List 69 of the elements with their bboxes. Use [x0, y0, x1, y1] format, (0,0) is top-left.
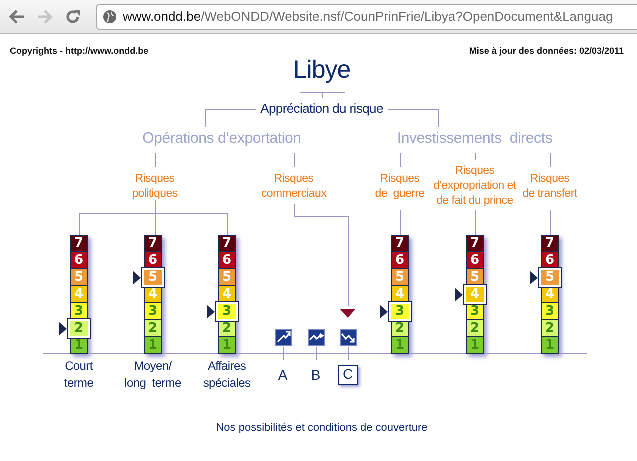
- globe-icon: [103, 10, 117, 24]
- risk-level-cell: 2: [144, 320, 162, 337]
- risk-level-cell: 7: [391, 235, 409, 252]
- risk-level-cell: 7: [466, 235, 484, 252]
- connector-line: [400, 210, 401, 236]
- connector-line: [300, 92, 346, 98]
- category-label: Risques de guerre: [375, 172, 425, 202]
- diagram-root-label: Appréciation du risque: [260, 101, 384, 116]
- update-date-text: Mise à jour des données: 02/03/2011: [469, 46, 624, 56]
- flat-trend-icon[interactable]: [308, 329, 325, 346]
- risk-level-cell: 2: [68, 319, 90, 338]
- category-label: Risques d'expropriation et de fait du prince: [434, 164, 516, 209]
- scale-caption: Moyen/ long terme: [124, 358, 182, 392]
- rising-trend-icon[interactable]: [275, 329, 292, 346]
- pointer-icon: [207, 305, 215, 319]
- risk-level-cell: 5: [391, 269, 409, 286]
- pointer-icon: [133, 271, 141, 285]
- connector-line: [475, 152, 476, 160]
- country-title: Libye: [293, 56, 351, 85]
- risk-level-cell: 5: [142, 268, 164, 287]
- risk-level-cell: 5: [70, 269, 88, 286]
- pointer-icon: [455, 288, 463, 302]
- risk-level-cell: 7: [70, 235, 88, 252]
- connector-line: [400, 152, 401, 168]
- connector-line: [475, 210, 476, 236]
- risk-level-cell: 7: [218, 235, 236, 252]
- falling-trend-icon[interactable]: [340, 329, 357, 346]
- risk-level-cell: 7: [541, 235, 559, 252]
- risk-level-cell: 3: [389, 302, 411, 321]
- risk-level-cell: 1: [466, 337, 484, 354]
- risk-level-cell: 6: [218, 252, 236, 269]
- risk-level-cell: 5: [539, 268, 561, 287]
- risk-level-cell: 1: [144, 337, 162, 354]
- risk-class-label[interactable]: C: [338, 365, 358, 385]
- risk-level-cell: 6: [391, 252, 409, 269]
- category-label: Risques de transfert: [522, 172, 578, 202]
- connector-line: [550, 152, 551, 168]
- category-label: Risques politiques: [132, 172, 178, 202]
- connector-line: [155, 152, 156, 168]
- risk-level-cell: 2: [541, 320, 559, 337]
- risk-level-cell: 7: [144, 235, 162, 252]
- pointer-icon: [530, 271, 538, 285]
- selection-arrow-icon: [340, 309, 356, 318]
- risk-level-cell: 3: [144, 303, 162, 320]
- scale-caption: Affaires spéciales: [203, 358, 251, 392]
- risk-level-cell: 6: [70, 252, 88, 269]
- group-heading: Opérations d’exportation: [142, 130, 302, 147]
- risk-level-cell: 4: [70, 286, 88, 303]
- coverage-link[interactable]: Nos possibilités et conditions de couverture: [216, 422, 428, 434]
- risk-level-cell: 1: [391, 337, 409, 354]
- group-heading: Investissements directs: [397, 130, 553, 147]
- risk-level-cell: 2: [466, 320, 484, 337]
- address-field[interactable]: www.ondd.be/WebONDD/Website.nsf/CounPrinFrie/Libya?OpenDocument&Languag: [96, 4, 637, 30]
- risk-class-label[interactable]: B: [309, 367, 323, 384]
- risk-level-cell: 1: [218, 337, 236, 354]
- risk-class-label[interactable]: A: [276, 367, 290, 384]
- risk-level-cell: 3: [541, 303, 559, 320]
- pointer-icon: [59, 322, 67, 336]
- category-label: Risques commerciaux: [261, 172, 327, 202]
- pointer-icon: [380, 305, 388, 319]
- risk-level-cell: 3: [216, 302, 238, 321]
- risk-level-cell: 4: [464, 285, 486, 304]
- connector-line: [550, 210, 551, 236]
- connector-line: [294, 152, 295, 168]
- scale-caption: Court terme: [64, 358, 94, 392]
- risk-level-cell: 5: [218, 269, 236, 286]
- risk-level-cell: 6: [466, 252, 484, 269]
- copyright-text: Copyrights - http://www.ondd.be: [10, 46, 149, 56]
- risk-level-cell: 1: [541, 337, 559, 354]
